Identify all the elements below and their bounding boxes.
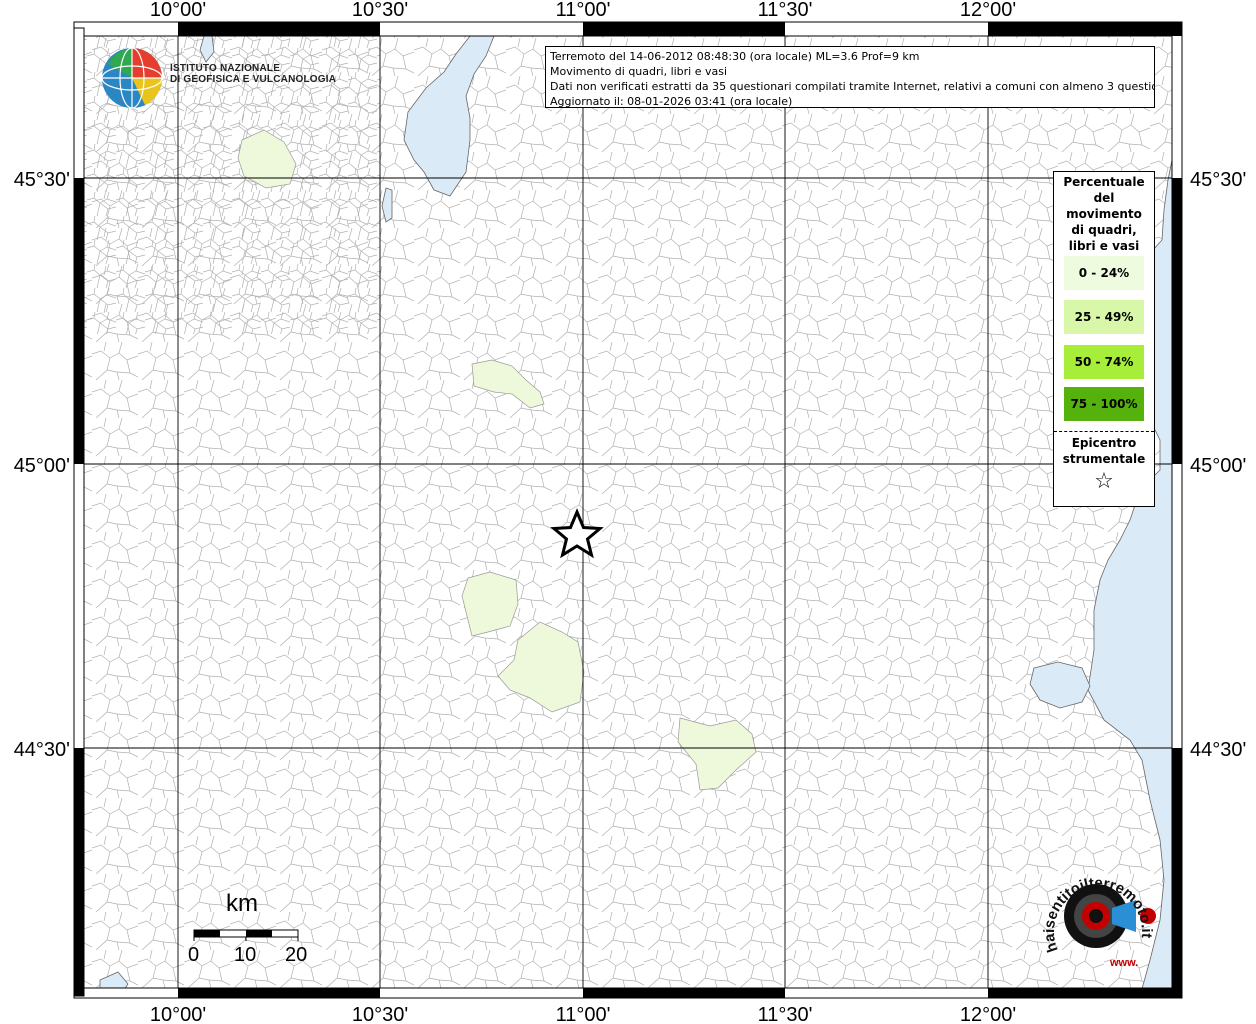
lon-label: 12°00' xyxy=(960,1004,1016,1024)
latitude-labels-left: 45°30' 45°00' 44°30' xyxy=(14,169,70,761)
lon-label: 10°30' xyxy=(352,0,408,21)
hst-logo-www: www. xyxy=(1109,957,1138,969)
scale-label: 20 xyxy=(285,944,308,966)
legend-title-line: Percentuale xyxy=(1063,175,1145,189)
latitude-labels-right: 45°30' 45°00' 44°30' xyxy=(1190,169,1246,761)
event-subtitle: Movimento di quadri, libri e vasi xyxy=(550,65,728,78)
legend-star-icon: ☆ xyxy=(1094,469,1114,494)
event-title: Terremoto del 14-06-2012 08:48:30 (ora l… xyxy=(550,50,920,63)
lon-label: 10°00' xyxy=(150,0,206,21)
hst-logo-wordmark: haisentitoilterremoto.it xyxy=(1041,875,1155,955)
legend-title: Percentuale del movimento di quadri, lib… xyxy=(1054,174,1154,254)
legend-item-25-49: 25 - 49% xyxy=(1064,300,1144,334)
lat-label: 45°30' xyxy=(1190,169,1246,191)
event-updated: Aggiornato il: 08-01-2026 03:41 (ora loc… xyxy=(550,95,793,108)
legend-separator xyxy=(1054,431,1154,432)
legend-epicenter-line: Epicentro xyxy=(1071,436,1137,450)
scale-unit: km xyxy=(226,890,258,917)
lat-label: 45°30' xyxy=(14,169,70,191)
event-data-note: Dati non verificati estratti da 35 quest… xyxy=(550,80,1155,93)
affected-area-3 xyxy=(461,571,519,637)
scale-label: 0 xyxy=(188,944,200,966)
legend-title-line: del xyxy=(1093,191,1115,205)
legend-title-line: movimento xyxy=(1066,207,1142,221)
longitude-labels-bottom: 10°00' 10°30' 11°00' 11°30' 12°00' xyxy=(150,1004,1016,1024)
hst-logo-text: haisentitoilterremoto.it www. xyxy=(1041,875,1155,969)
lon-label: 10°00' xyxy=(150,1004,206,1024)
ingv-logo-text: ISTITUTO NAZIONALE DI GEOFISICA E VULCAN… xyxy=(170,63,336,85)
legend-title-line: di quadri, xyxy=(1071,223,1137,237)
lon-label: 12°00' xyxy=(960,0,1016,21)
legend-title-line: libri e vasi xyxy=(1068,239,1140,253)
ingv-line-1: ISTITUTO NAZIONALE xyxy=(170,63,281,74)
legend-item-0-24: 0 - 24% xyxy=(1064,256,1144,290)
legend-item-50-74: 50 - 74% xyxy=(1064,345,1144,379)
event-info-box: Terremoto del 14-06-2012 08:48:30 (ora l… xyxy=(545,46,1155,108)
lon-label: 11°30' xyxy=(758,0,813,21)
lat-label: 44°30' xyxy=(14,739,70,761)
lat-label: 44°30' xyxy=(1190,739,1246,761)
longitude-labels-top: 10°00' 10°30' 11°00' 11°30' 12°00' xyxy=(150,0,1016,21)
ingv-line-2: DI GEOFISICA E VULCANOLOGIA xyxy=(170,74,337,85)
lat-label: 45°00' xyxy=(1190,455,1246,477)
lon-label: 11°00' xyxy=(556,0,611,21)
legend: Percentuale del movimento di quadri, lib… xyxy=(1053,171,1155,507)
ingv-logo-icon xyxy=(101,47,163,109)
legend-epicenter-line: strumentale xyxy=(1062,452,1146,466)
lat-label: 45°00' xyxy=(14,455,70,477)
lon-label: 11°30' xyxy=(758,1004,813,1024)
lon-label: 11°00' xyxy=(556,1004,611,1024)
svg-text:haisentitoilterremoto.it: haisentitoilterremoto.it xyxy=(1041,875,1155,955)
scale-label: 10 xyxy=(234,944,257,966)
lon-label: 10°30' xyxy=(352,1004,408,1024)
legend-item-75-100: 75 - 100% xyxy=(1064,387,1144,421)
legend-epicenter-label: Epicentro strumentale xyxy=(1054,435,1154,467)
